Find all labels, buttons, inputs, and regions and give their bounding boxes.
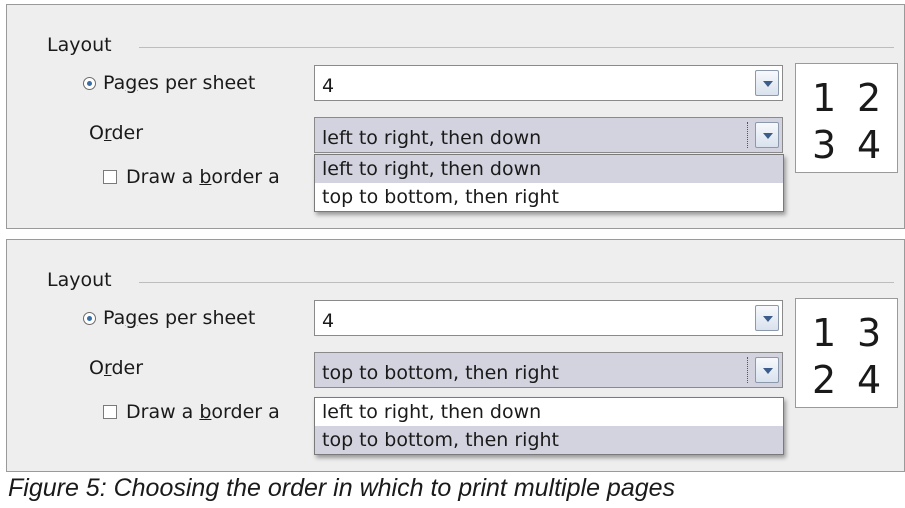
pages-per-sheet-value: 4: [322, 310, 335, 332]
section-label-layout: Layout: [47, 34, 112, 56]
draw-border-label: Draw a border a: [126, 401, 280, 423]
draw-border-checkbox-row[interactable]: Draw a border a: [103, 401, 280, 423]
dropdown-option-left-to-right[interactable]: left to right, then down: [315, 155, 783, 183]
order-label: Order: [89, 357, 144, 379]
pages-per-sheet-radio[interactable]: Pages per sheet: [83, 307, 255, 329]
preview-number: 1: [812, 76, 837, 120]
draw-border-checkbox[interactable]: [103, 170, 117, 184]
focus-separator: [747, 357, 748, 383]
dropdown-option-top-to-bottom[interactable]: top to bottom, then right: [315, 183, 783, 211]
chevron-down-icon[interactable]: [755, 70, 779, 96]
dropdown-option-top-to-bottom[interactable]: top to bottom, then right: [315, 426, 783, 454]
radio-selected-icon[interactable]: [83, 76, 96, 90]
order-select[interactable]: top to bottom, then right: [314, 352, 783, 388]
order-dropdown-list: left to right, then down top to bottom, …: [314, 397, 784, 455]
pages-per-sheet-radio[interactable]: Pages per sheet: [83, 72, 255, 94]
figure-caption: Figure 5: Choosing the order in which to…: [8, 474, 676, 502]
preview-number: 1: [812, 311, 837, 355]
preview-number: 4: [857, 358, 882, 402]
chevron-down-icon[interactable]: [755, 357, 779, 383]
draw-border-checkbox-row[interactable]: Draw a border a: [103, 166, 280, 188]
section-divider: [139, 47, 894, 48]
preview-number: 2: [857, 76, 882, 120]
focus-separator: [747, 122, 748, 148]
order-select[interactable]: left to right, then down: [314, 117, 783, 153]
preview-number: 3: [812, 123, 837, 167]
order-value: left to right, then down: [322, 127, 542, 149]
chevron-down-icon[interactable]: [755, 122, 779, 148]
radio-selected-icon[interactable]: [83, 311, 96, 325]
order-value: top to bottom, then right: [322, 362, 559, 384]
draw-border-label: Draw a border a: [126, 166, 280, 188]
layout-panel-top: Layout Pages per sheet Order Draw a bord…: [6, 4, 905, 229]
page-order-preview: 1 3 2 4: [795, 298, 898, 408]
section-label-layout: Layout: [47, 269, 112, 291]
preview-number: 2: [812, 358, 837, 402]
pages-per-sheet-value: 4: [322, 75, 335, 97]
pages-per-sheet-select[interactable]: 4: [314, 300, 783, 336]
preview-number: 4: [857, 123, 882, 167]
order-dropdown-list: left to right, then down top to bottom, …: [314, 154, 784, 212]
pages-per-sheet-label: Pages per sheet: [103, 307, 256, 329]
chevron-down-icon[interactable]: [755, 305, 779, 331]
dropdown-option-left-to-right[interactable]: left to right, then down: [315, 398, 783, 426]
pages-per-sheet-select[interactable]: 4: [314, 65, 783, 101]
order-label: Order: [89, 122, 144, 144]
page-order-preview: 1 2 3 4: [795, 63, 898, 173]
pages-per-sheet-label: Pages per sheet: [103, 72, 256, 94]
section-divider: [139, 282, 894, 283]
preview-number: 3: [857, 311, 882, 355]
draw-border-checkbox[interactable]: [103, 405, 117, 419]
layout-panel-bottom: Layout Pages per sheet Order Draw a bord…: [6, 239, 905, 472]
